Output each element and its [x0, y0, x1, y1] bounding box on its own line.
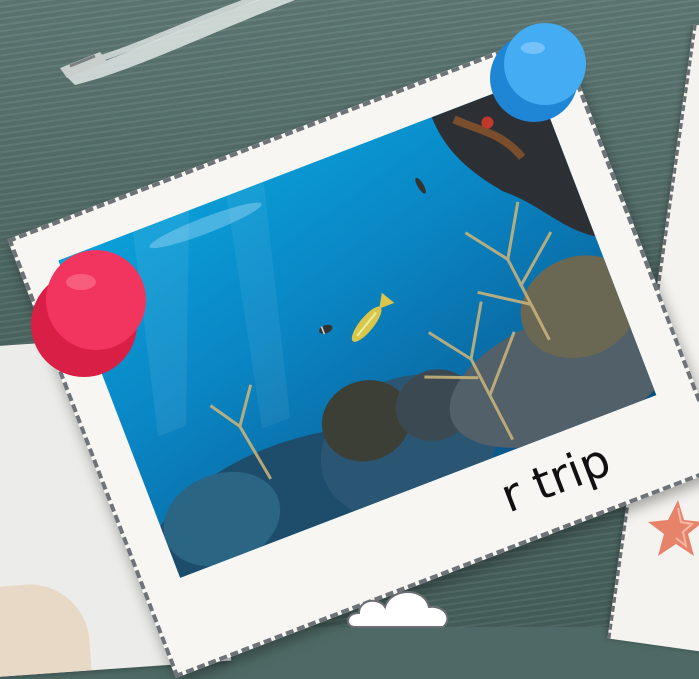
starfish-icon	[648, 500, 699, 556]
blue-push-pin-icon	[490, 23, 586, 122]
red-push-pin-icon	[31, 250, 146, 377]
cloud-icon	[347, 591, 449, 628]
background-shape	[0, 580, 92, 679]
speedboat-wake	[60, 0, 295, 85]
